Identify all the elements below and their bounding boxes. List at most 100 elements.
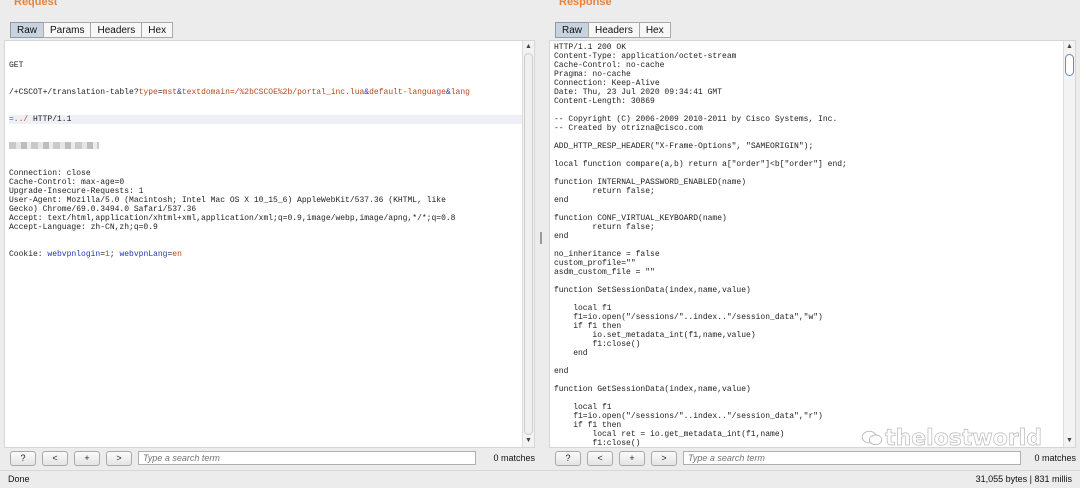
response-pane: Response Raw Headers Hex HTTP/1.1 200 OK… xyxy=(549,0,1076,470)
response-search-bar: ? < + > 0 matches xyxy=(555,450,1076,466)
request-token: HTTP/1.1 xyxy=(28,115,72,124)
watermark: thelostworld xyxy=(861,426,1042,451)
request-header-line: Cache-Control: max-age=0 xyxy=(9,178,125,187)
request-pane: Request Raw Params Headers Hex GET /+CSC… xyxy=(4,0,535,470)
search-add-button[interactable]: + xyxy=(619,450,645,466)
scroll-down-arrow-icon[interactable]: ▼ xyxy=(1064,436,1075,446)
response-match-count: 0 matches xyxy=(1034,453,1076,463)
response-line xyxy=(554,394,1075,403)
search-prev-button[interactable]: < xyxy=(587,450,613,466)
request-token: type xyxy=(138,88,158,97)
request-header-line: Gecko) Chrome/69.0.3494.0 Safari/537.36 xyxy=(9,205,197,214)
request-tab-params[interactable]: Params xyxy=(43,22,92,38)
response-line xyxy=(554,133,1075,142)
response-line: custom_profile="" xyxy=(554,259,636,268)
request-tabs: Raw Params Headers Hex xyxy=(10,22,174,38)
request-match-count: 0 matches xyxy=(493,453,535,463)
request-header-line: Accept: text/html,application/xhtml+xml,… xyxy=(9,214,456,223)
request-scrollbar[interactable]: ▲ ▼ xyxy=(522,41,534,447)
response-search-input[interactable] xyxy=(683,451,1021,465)
request-line: GET xyxy=(9,61,24,70)
response-tab-headers[interactable]: Headers xyxy=(588,22,640,38)
search-help-button[interactable]: ? xyxy=(555,450,581,466)
response-editor[interactable]: HTTP/1.1 200 OK Content-Type: application… xyxy=(549,40,1076,448)
scroll-up-arrow-icon[interactable]: ▲ xyxy=(523,42,534,52)
response-line: f1:close() xyxy=(554,340,641,349)
response-tab-raw[interactable]: Raw xyxy=(555,22,590,38)
response-line xyxy=(554,376,1075,385)
request-header-line: Connection: close xyxy=(9,169,91,178)
request-token: lang xyxy=(450,88,470,97)
redacted-host-line xyxy=(9,142,534,151)
watermark-text: thelostworld xyxy=(885,426,1043,452)
request-header-line: Upgrade-Insecure-Requests: 1 xyxy=(9,187,144,196)
search-next-button[interactable]: > xyxy=(106,450,132,466)
search-prev-button[interactable]: < xyxy=(42,450,68,466)
request-tab-raw[interactable]: Raw xyxy=(10,22,45,38)
response-tab-hex[interactable]: Hex xyxy=(638,22,671,38)
request-search-input[interactable] xyxy=(138,451,476,465)
response-line: f1=io.open("/sessions/"..index.."/sessio… xyxy=(554,412,823,421)
response-line xyxy=(554,151,1075,160)
request-token: mst xyxy=(162,88,178,97)
request-search-bar: ? < + > 0 matches xyxy=(10,450,535,466)
search-add-button[interactable]: + xyxy=(74,450,100,466)
scroll-thumb[interactable] xyxy=(1065,54,1074,76)
request-url-line: /+CSCOT+/translation-table?type=mst&text… xyxy=(9,88,534,97)
response-line: Content-Type: application/octet-stream xyxy=(554,52,737,61)
response-line: Pragma: no-cache xyxy=(554,70,631,79)
scroll-up-arrow-icon[interactable]: ▲ xyxy=(1064,42,1075,52)
response-line: end xyxy=(554,196,569,205)
request-token: =../ xyxy=(9,115,29,124)
response-line: -- Copyright (C) 2006-2009 2010-2011 by … xyxy=(554,115,838,124)
request-editor[interactable]: GET /+CSCOT+/translation-table?type=mst&… xyxy=(4,40,535,448)
response-line xyxy=(554,295,1075,304)
request-token: en xyxy=(172,250,182,259)
search-next-button[interactable]: > xyxy=(651,450,677,466)
request-header-line: User-Agent: Mozilla/5.0 (Macintosh; Inte… xyxy=(9,196,446,205)
splitter-grip-icon[interactable] xyxy=(540,232,542,244)
response-line: Date: Thu, 23 Jul 2020 09:34:41 GMT xyxy=(554,88,723,97)
response-line xyxy=(554,169,1075,178)
request-tab-headers[interactable]: Headers xyxy=(90,22,143,38)
response-line: return false; xyxy=(554,223,655,232)
response-line xyxy=(554,106,1075,115)
response-line: function CONF_VIRTUAL_KEYBOARD(name) xyxy=(554,214,727,223)
response-line: function SetSessionData(index,name,value… xyxy=(554,286,751,295)
search-help-button[interactable]: ? xyxy=(10,450,36,466)
response-line: end xyxy=(554,349,588,358)
response-size-timing: 31,055 bytes | 831 millis xyxy=(975,474,1072,484)
request-header-line: Accept-Language: zh-CN,zh;q=0.9 xyxy=(9,223,158,232)
response-line xyxy=(554,205,1075,214)
response-line: local f1 xyxy=(554,304,612,313)
response-line: if f1 then xyxy=(554,322,622,331)
response-scrollbar[interactable]: ▲ ▼ xyxy=(1063,41,1075,447)
pane-splitter[interactable] xyxy=(538,8,544,468)
request-token: webvpnLang xyxy=(119,250,168,259)
scroll-thumb[interactable] xyxy=(524,53,533,435)
response-line: Cache-Control: no-cache xyxy=(554,61,665,70)
request-token: webvpnlogin xyxy=(47,250,101,259)
burp-repeater-window: Request Raw Params Headers Hex GET /+CSC… xyxy=(0,0,1080,488)
response-line: function INTERNAL_PASSWORD_ENABLED(name) xyxy=(554,178,747,187)
response-line: end xyxy=(554,367,569,376)
response-line xyxy=(554,241,1075,250)
response-line: return false; xyxy=(554,187,655,196)
response-line: ADD_HTTP_RESP_HEADER("X-Frame-Options", … xyxy=(554,142,814,151)
response-text: HTTP/1.1 200 OK Content-Type: application… xyxy=(550,41,1075,447)
request-token: default-language xyxy=(369,88,446,97)
response-line: local f1 xyxy=(554,403,612,412)
request-url-line-cont: =../ HTTP/1.1 xyxy=(9,115,534,124)
scroll-down-arrow-icon[interactable]: ▼ xyxy=(523,436,534,446)
response-line: no_inheritance = false xyxy=(554,250,660,259)
status-text: Done xyxy=(8,474,30,484)
response-tabs: Raw Headers Hex xyxy=(555,22,671,38)
request-pane-title: Request xyxy=(14,0,58,8)
response-pane-title: Response xyxy=(559,0,612,8)
cookie-label: Cookie: xyxy=(9,250,48,259)
response-line: asdm_custom_file = "" xyxy=(554,268,655,277)
request-text: GET /+CSCOT+/translation-table?type=mst&… xyxy=(5,41,534,277)
response-line: HTTP/1.1 200 OK xyxy=(554,43,627,52)
response-line: function GetSessionData(index,name,value… xyxy=(554,385,751,394)
request-tab-hex[interactable]: Hex xyxy=(141,22,174,38)
